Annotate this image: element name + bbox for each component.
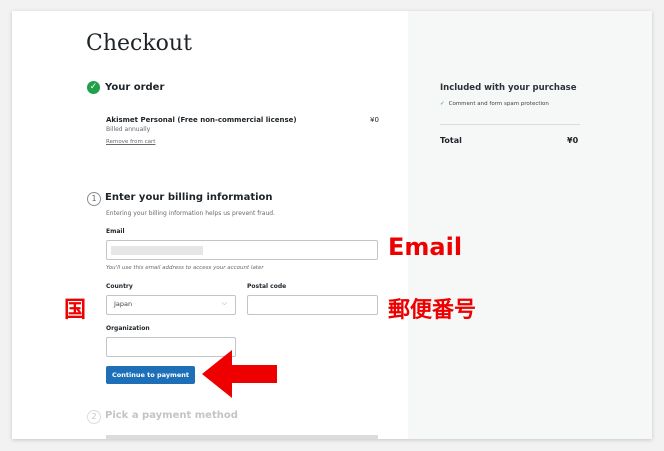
billing-description: Entering your billing information helps …: [106, 210, 275, 217]
included-title: Included with your purchase: [440, 83, 577, 93]
order-summary-sidebar: [408, 11, 652, 439]
product-name: Akismet Personal (Free non-commercial li…: [106, 116, 297, 124]
step-one-icon: 1: [87, 192, 101, 206]
arrow-left-icon: [202, 350, 277, 398]
postal-code-label: Postal code: [247, 283, 287, 290]
postal-annotation: 郵便番号: [388, 298, 477, 323]
postal-code-field[interactable]: [247, 295, 378, 315]
email-annotation: Email: [388, 233, 463, 261]
billing-cycle: Billed annually: [106, 126, 151, 133]
total-label: Total: [440, 136, 462, 145]
step-two-icon: 2: [87, 410, 101, 424]
country-value: Japan: [114, 300, 133, 308]
email-field[interactable]: [106, 240, 378, 260]
organization-label: Organization: [106, 325, 150, 332]
page-title: Checkout: [86, 31, 192, 56]
summary-divider: [440, 124, 580, 125]
included-item: ✓ Comment and form spam protection: [440, 101, 549, 107]
country-label: Country: [106, 283, 133, 290]
order-heading: Your order: [105, 82, 165, 93]
product-price: ¥0: [370, 116, 379, 124]
check-circle-icon: ✓: [87, 81, 100, 94]
email-label: Email: [106, 228, 125, 235]
check-icon: ✓: [440, 101, 445, 107]
total-value: ¥0: [567, 136, 579, 145]
continue-to-payment-button[interactable]: Continue to payment: [106, 366, 195, 384]
billing-heading: Enter your billing information: [105, 192, 273, 203]
payment-heading: Pick a payment method: [105, 410, 238, 421]
country-annotation: 国: [64, 298, 87, 323]
payment-methods-placeholder: [106, 435, 378, 439]
checkout-window: Checkout ✓ Your order Akismet Personal (…: [12, 11, 652, 439]
country-select[interactable]: Japan ⌵: [106, 295, 236, 315]
chevron-down-icon: ⌵: [221, 299, 227, 307]
email-hint: You'll use this email address to access …: [106, 265, 264, 271]
email-redacted-value: [111, 246, 203, 255]
included-item-label: Comment and form spam protection: [448, 101, 549, 107]
remove-from-cart-link[interactable]: Remove from cart: [106, 139, 155, 145]
